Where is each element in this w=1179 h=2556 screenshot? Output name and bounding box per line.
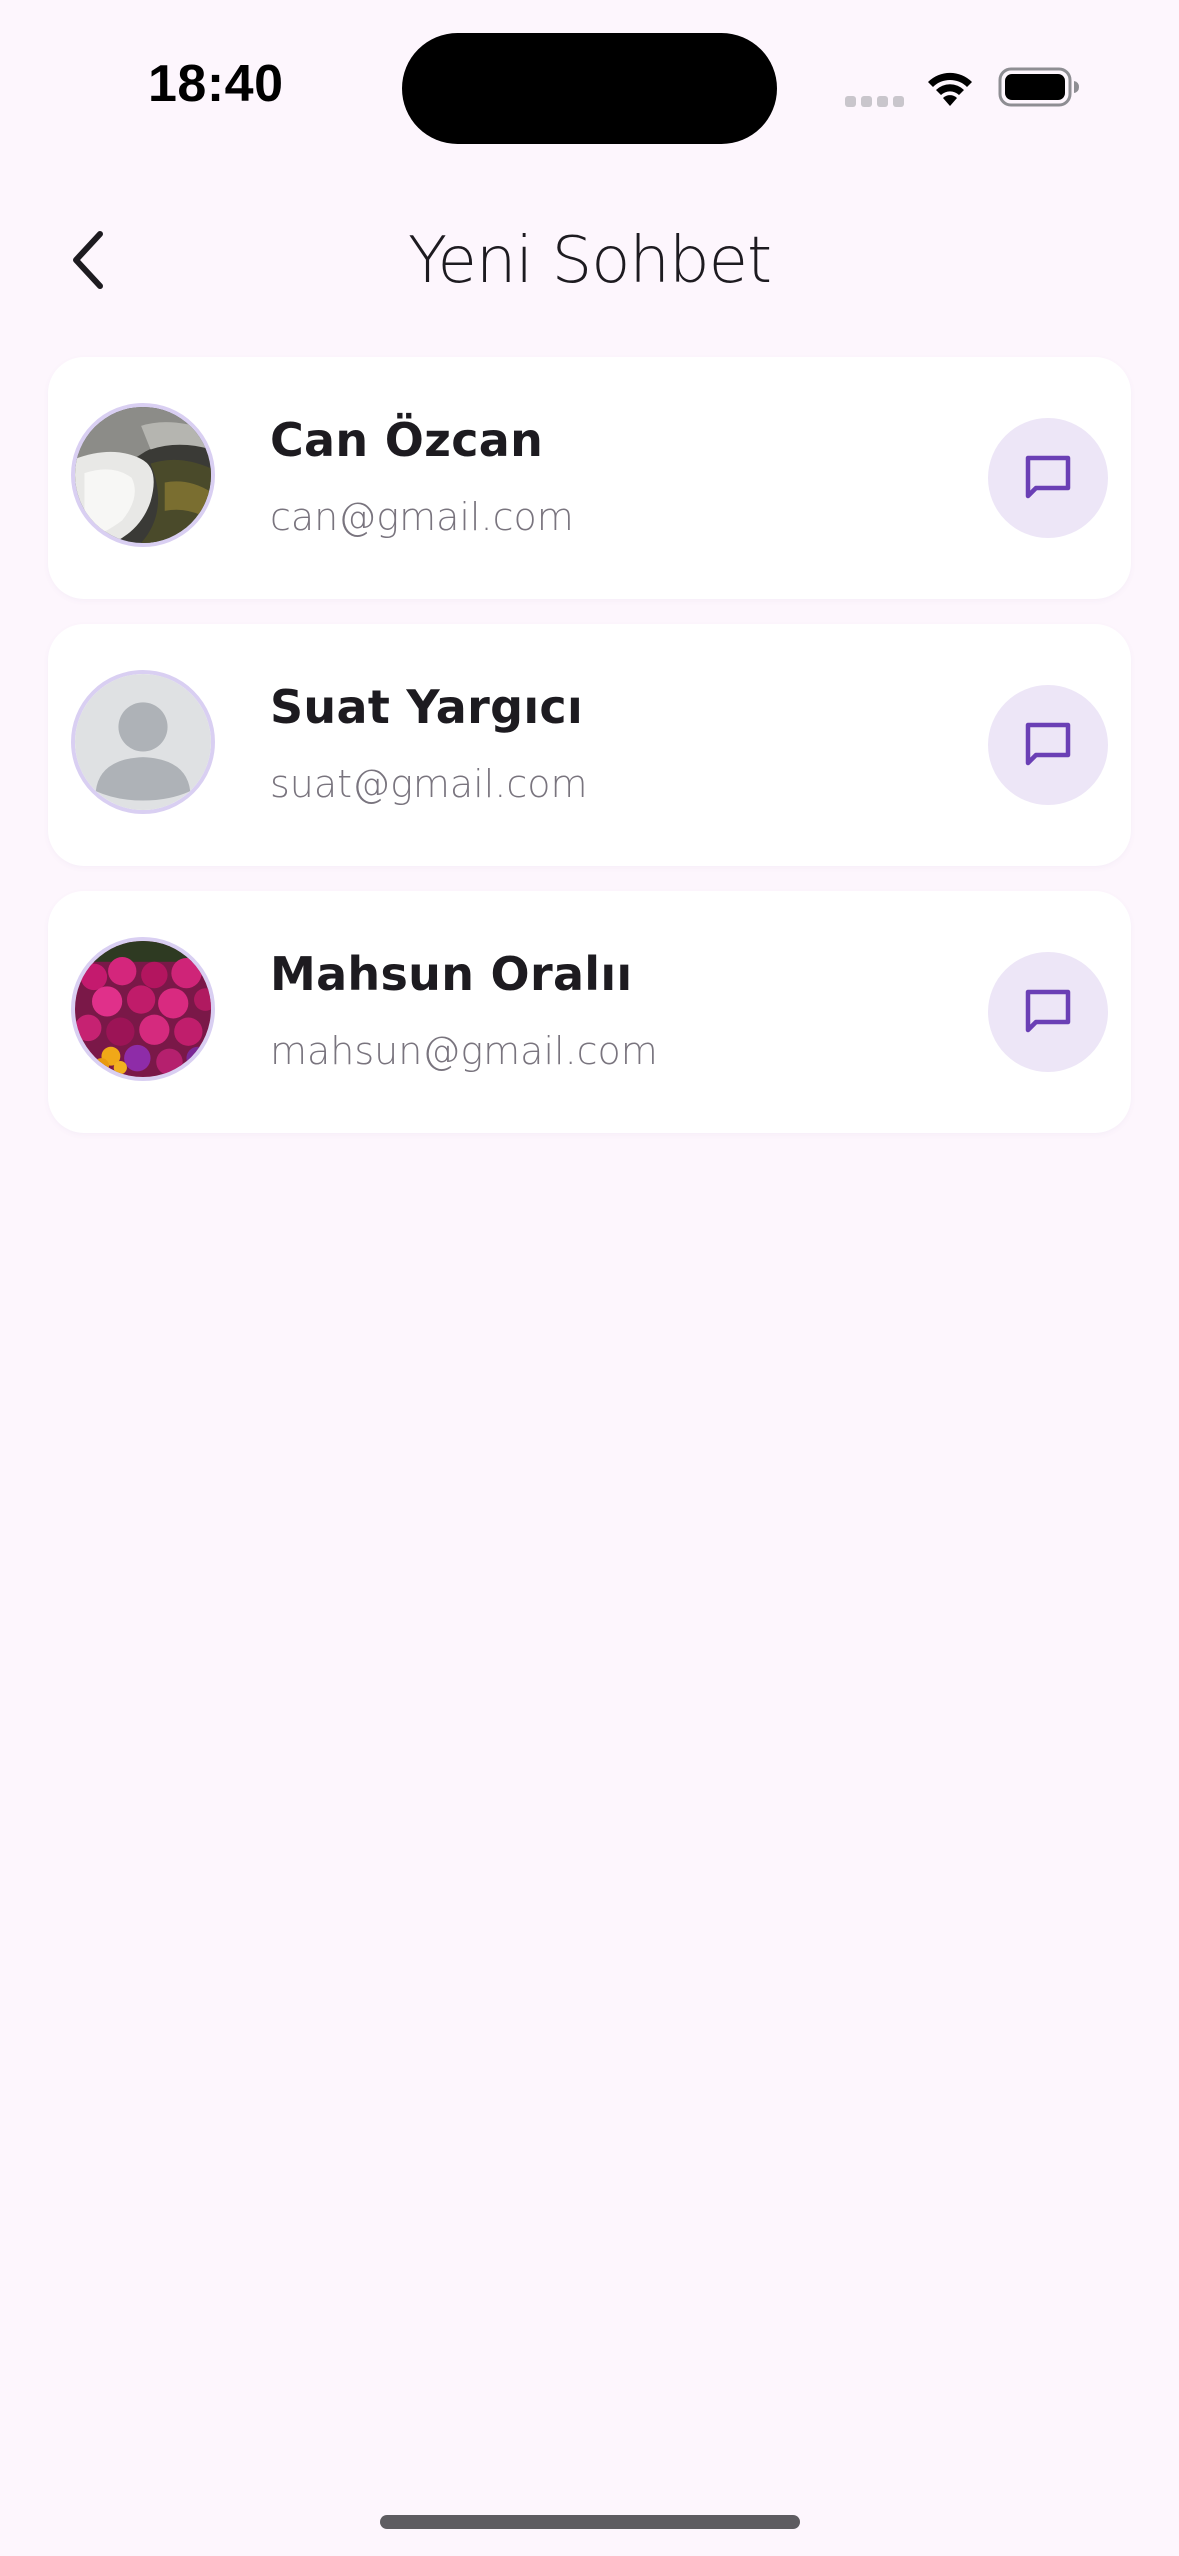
message-icon: [1025, 722, 1071, 766]
start-chat-button[interactable]: [988, 685, 1108, 805]
avatar: [71, 937, 215, 1081]
start-chat-button[interactable]: [988, 952, 1108, 1072]
header: Yeni Sohbet: [0, 200, 1179, 320]
battery-full-icon: [998, 66, 1080, 108]
contact-name: Suat Yargıcı: [270, 680, 584, 734]
contact-email: mahsun@gmail.com: [270, 1029, 658, 1073]
message-icon: [1025, 989, 1071, 1033]
avatar: [71, 403, 215, 547]
contact-list: Can Özcan can@gmail.com Suat Yargıcı sua…: [48, 357, 1131, 1158]
home-indicator[interactable]: [380, 2515, 800, 2529]
status-bar: 18:40: [0, 0, 1179, 175]
message-icon: [1025, 455, 1071, 499]
start-chat-button[interactable]: [988, 418, 1108, 538]
contact-list-item[interactable]: Mahsun Oralıı mahsun@gmail.com: [48, 891, 1131, 1133]
dynamic-island: [402, 33, 777, 144]
status-time: 18:40: [148, 55, 284, 113]
contact-list-item[interactable]: Suat Yargıcı suat@gmail.com: [48, 624, 1131, 866]
page-title: Yeni Sohbet: [407, 224, 772, 298]
contact-name: Can Özcan: [270, 413, 544, 467]
contact-name: Mahsun Oralıı: [270, 947, 633, 1001]
avatar: [71, 670, 215, 814]
contact-list-item[interactable]: Can Özcan can@gmail.com: [48, 357, 1131, 599]
cellular-signal-icon: [845, 96, 905, 108]
contact-email: suat@gmail.com: [270, 762, 588, 806]
contact-email: can@gmail.com: [270, 495, 574, 539]
wifi-icon: [923, 66, 977, 108]
